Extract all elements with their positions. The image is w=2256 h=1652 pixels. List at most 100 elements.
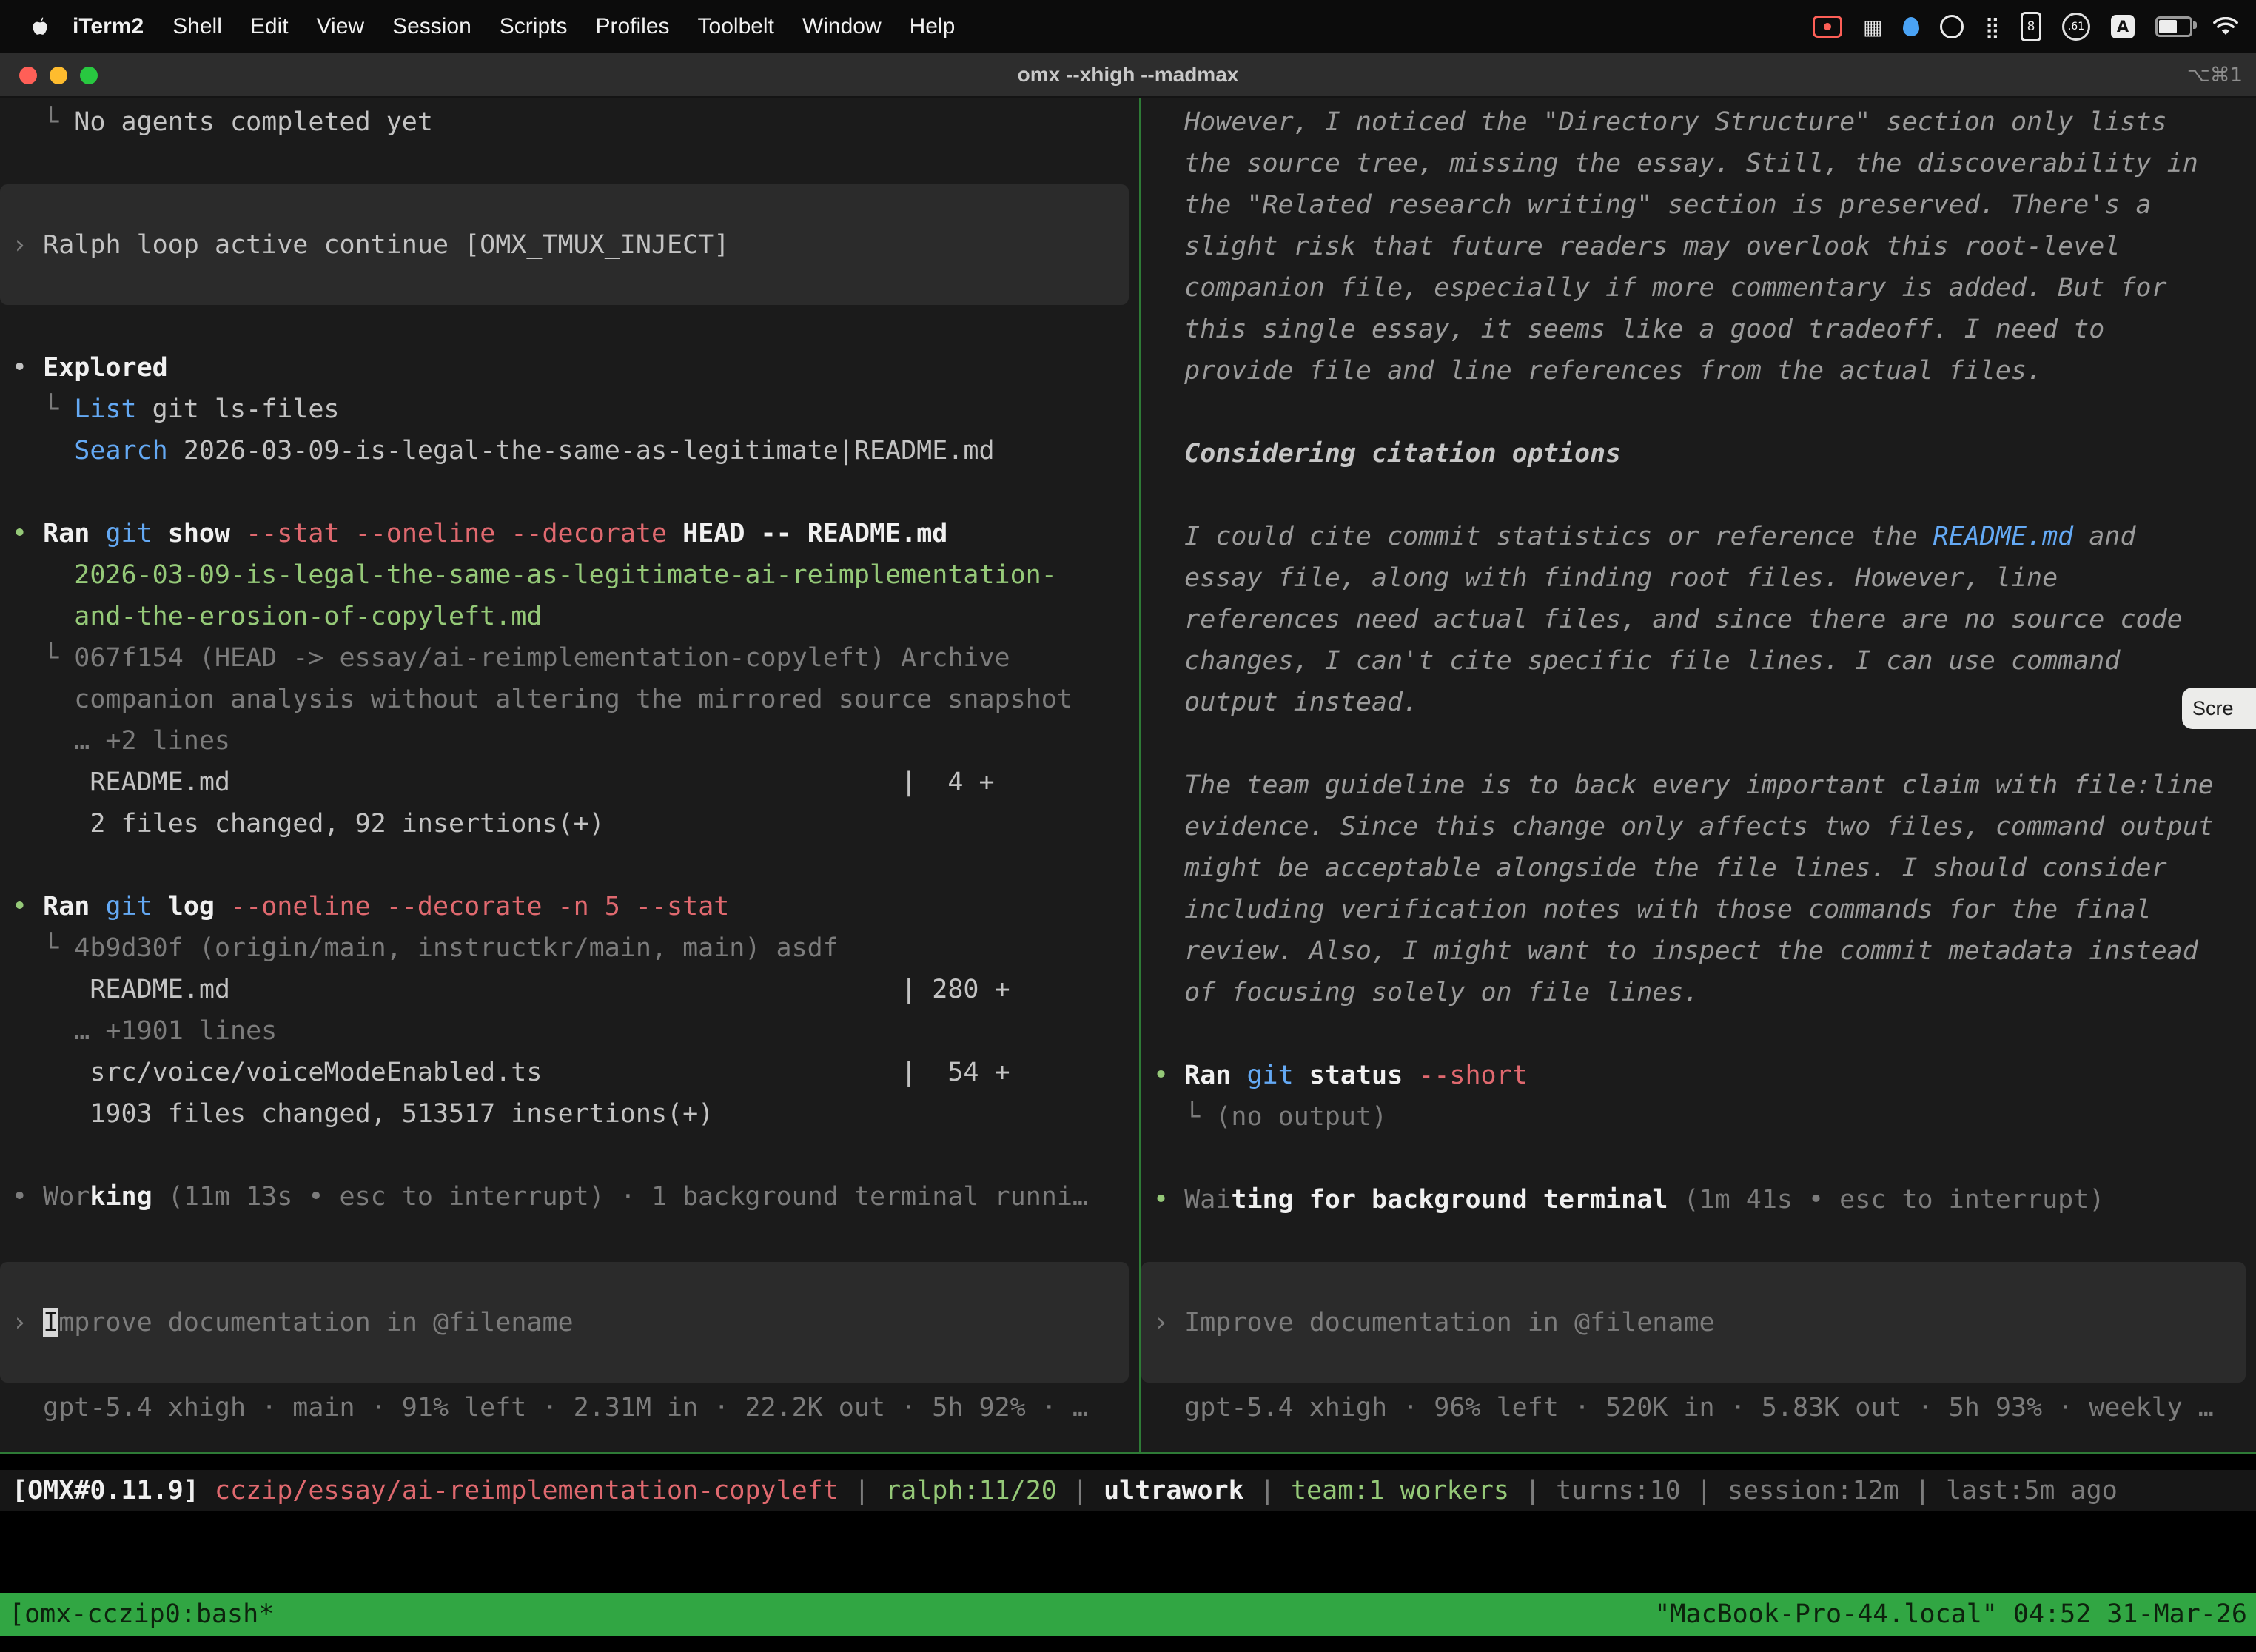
zoom-button[interactable]	[80, 67, 98, 84]
menu-bar-status-icons: ▦ ⣿ 8 .61 A	[1813, 12, 2256, 41]
droplet-shape	[1903, 17, 1919, 36]
screen-overlay-button[interactable]: Scre	[2182, 688, 2256, 729]
terminal-line	[1141, 474, 2256, 516]
left-pre-lines: └ No agents completed yet	[0, 98, 1139, 143]
terminal-line: └ 4b9d30f (origin/main, instructkr/main,…	[0, 927, 1139, 969]
droplet-icon[interactable]	[1903, 17, 1919, 36]
apple-menu[interactable]	[22, 16, 58, 37]
terminal-line: changes, I can't cite specific file line…	[1141, 640, 2256, 682]
terminal-line: └ No agents completed yet	[0, 101, 1139, 143]
omx-session-status-line: [OMX#0.11.9] cczip/essay/ai-reimplementa…	[0, 1470, 2256, 1511]
battery-shape	[2155, 16, 2192, 37]
terminal-line: › Improve documentation in @filename	[0, 1302, 574, 1343]
menu-bar: iTerm2 ShellEditViewSessionScriptsProfil…	[0, 0, 2256, 53]
menu-items: ShellEditViewSessionScriptsProfilesToolb…	[158, 14, 969, 39]
menu-item-toolbelt[interactable]: Toolbelt	[684, 14, 788, 39]
iphone-mirroring-icon[interactable]: 8	[2021, 12, 2041, 41]
terminal-line: … +1901 lines	[0, 1010, 1139, 1052]
menu-item-window[interactable]: Window	[788, 14, 896, 39]
terminal-line: › Improve documentation in @filename	[1141, 1302, 1715, 1343]
apple-icon	[31, 16, 49, 37]
keyboard-letter: A	[2117, 18, 2129, 36]
terminal-line: evidence. Since this change only affects…	[1141, 806, 2256, 847]
terminal-line	[1141, 392, 2256, 433]
menu-item-app-name[interactable]: iTerm2	[58, 14, 158, 39]
right-prompt-input[interactable]: › Improve documentation in @filename	[1141, 1262, 2246, 1383]
phone-label: 8	[2027, 19, 2035, 34]
menu-item-scripts[interactable]: Scripts	[486, 14, 582, 39]
terminal-line: src/voice/voiceModeEnabled.ts | 54 +	[0, 1052, 1139, 1093]
battery-fill	[2159, 20, 2177, 33]
terminal-line: └ List git ls-files	[0, 389, 1139, 430]
terminal-line: └ 067f154 (HEAD -> essay/ai-reimplementa…	[0, 637, 1139, 679]
terminal-line: [OMX#0.11.9] cczip/essay/ai-reimplementa…	[0, 1470, 2256, 1511]
tmux-pane-divider[interactable]	[1139, 98, 1141, 1452]
terminal-line: • Ran git log --oneline --decorate -n 5 …	[0, 886, 1139, 927]
right-terminal-pane[interactable]: However, I noticed the "Directory Struct…	[1141, 98, 2256, 1452]
terminal-line: companion analysis without altering the …	[0, 679, 1139, 720]
minimize-button[interactable]	[50, 67, 67, 84]
terminal-line: companion file, especially if more comme…	[1141, 267, 2256, 309]
close-button[interactable]	[19, 67, 37, 84]
menu-item-view[interactable]: View	[303, 14, 378, 39]
tmux-status-bar: [omx-cczip0:bash* "MacBook-Pro-44.local"…	[0, 1593, 2256, 1636]
left-terminal-pane[interactable]: └ No agents completed yet › Ralph loop a…	[0, 98, 1139, 1452]
ralph-loop-banner-text: › Ralph loop active continue [OMX_TMUX_I…	[0, 224, 729, 266]
terminal-line: 2 files changed, 92 insertions(+)	[0, 803, 1139, 845]
tmux-session-label: [omx-cczip0:bash*	[9, 1599, 274, 1629]
terminal-line: gpt-5.4 xhigh · 96% left · 520K in · 5.8…	[1141, 1387, 2256, 1428]
terminal-line: Search 2026-03-09-is-legal-the-same-as-l…	[0, 430, 1139, 471]
record-dot-icon	[1824, 23, 1831, 30]
battery-icon[interactable]	[2155, 16, 2192, 37]
terminal-line: └ (no output)	[1141, 1096, 2256, 1138]
terminal-line	[1141, 723, 2256, 765]
left-prompt-input[interactable]: › Improve documentation in @filename	[0, 1262, 1129, 1383]
window-title-bar: omx --xhigh --madmax ⌥⌘1	[0, 53, 2256, 98]
terminal-line: 1903 files changed, 513517 insertions(+)	[0, 1093, 1139, 1135]
gauge-icon[interactable]: .61	[2062, 13, 2090, 41]
dots-grid-icon[interactable]: ⣿	[1984, 15, 2000, 39]
terminal-line	[0, 471, 1139, 513]
left-prompt-input-text: › Improve documentation in @filename	[0, 1302, 574, 1343]
window-shortcut-badge: ⌥⌘1	[2187, 64, 2243, 87]
right-status-line: gpt-5.4 xhigh · 96% left · 520K in · 5.8…	[1141, 1387, 2256, 1428]
ralph-loop-banner: › Ralph loop active continue [OMX_TMUX_I…	[0, 184, 1129, 305]
grid-icon[interactable]: ▦	[1863, 15, 1882, 39]
right-prompt-input-text: › Improve documentation in @filename	[1141, 1302, 1715, 1343]
disc-icon[interactable]	[1940, 15, 1964, 38]
menu-item-session[interactable]: Session	[378, 14, 486, 39]
terminal-line: including verification notes with those …	[1141, 889, 2256, 930]
wifi-icon[interactable]	[2213, 17, 2238, 36]
menu-item-shell[interactable]: Shell	[158, 14, 236, 39]
terminal-line: README.md | 280 +	[0, 969, 1139, 1010]
terminal-line: might be acceptable alongside the file l…	[1141, 847, 2256, 889]
terminal-line: review. Also, I might want to inspect th…	[1141, 930, 2256, 972]
terminal-line: this single essay, it seems like a good …	[1141, 309, 2256, 350]
terminal-line: › Ralph loop active continue [OMX_TMUX_I…	[0, 224, 729, 266]
terminal-line	[0, 845, 1139, 886]
terminal-line: the "Related research writing" section i…	[1141, 184, 2256, 226]
terminal-line: output instead.	[1141, 682, 2256, 723]
terminal-line: • Ran git status --short	[1141, 1055, 2256, 1096]
terminal-line: I could cite commit statistics or refere…	[1141, 516, 2256, 557]
terminal-line: README.md | 4 +	[0, 762, 1139, 803]
terminal-line: references need actual files, and since …	[1141, 599, 2256, 640]
terminal-line: essay file, along with finding root file…	[1141, 557, 2256, 599]
terminal-line: slight risk that future readers may over…	[1141, 226, 2256, 267]
terminal-line	[0, 1135, 1139, 1176]
tmux-horizontal-border	[0, 1452, 2256, 1454]
terminal-line	[1141, 1138, 2256, 1179]
screen-recording-indicator-icon[interactable]	[1813, 16, 1842, 38]
terminal-line: • Working (11m 13s • esc to interrupt) ·…	[0, 1176, 1139, 1218]
terminal-line: of focusing solely on file lines.	[1141, 972, 2256, 1013]
keyboard-layout-icon[interactable]: A	[2111, 15, 2135, 38]
terminal-line: provide file and line references from th…	[1141, 350, 2256, 392]
left-status-line: gpt-5.4 xhigh · main · 91% left · 2.31M …	[0, 1387, 1139, 1428]
terminal-line: • Waiting for background terminal (1m 41…	[1141, 1179, 2256, 1220]
menu-item-profiles[interactable]: Profiles	[581, 14, 683, 39]
traffic-lights	[19, 67, 98, 84]
gauge-value: .61	[2068, 21, 2084, 33]
menu-item-edit[interactable]: Edit	[236, 14, 303, 39]
menu-item-help[interactable]: Help	[896, 14, 970, 39]
terminal-line	[1141, 1013, 2256, 1055]
